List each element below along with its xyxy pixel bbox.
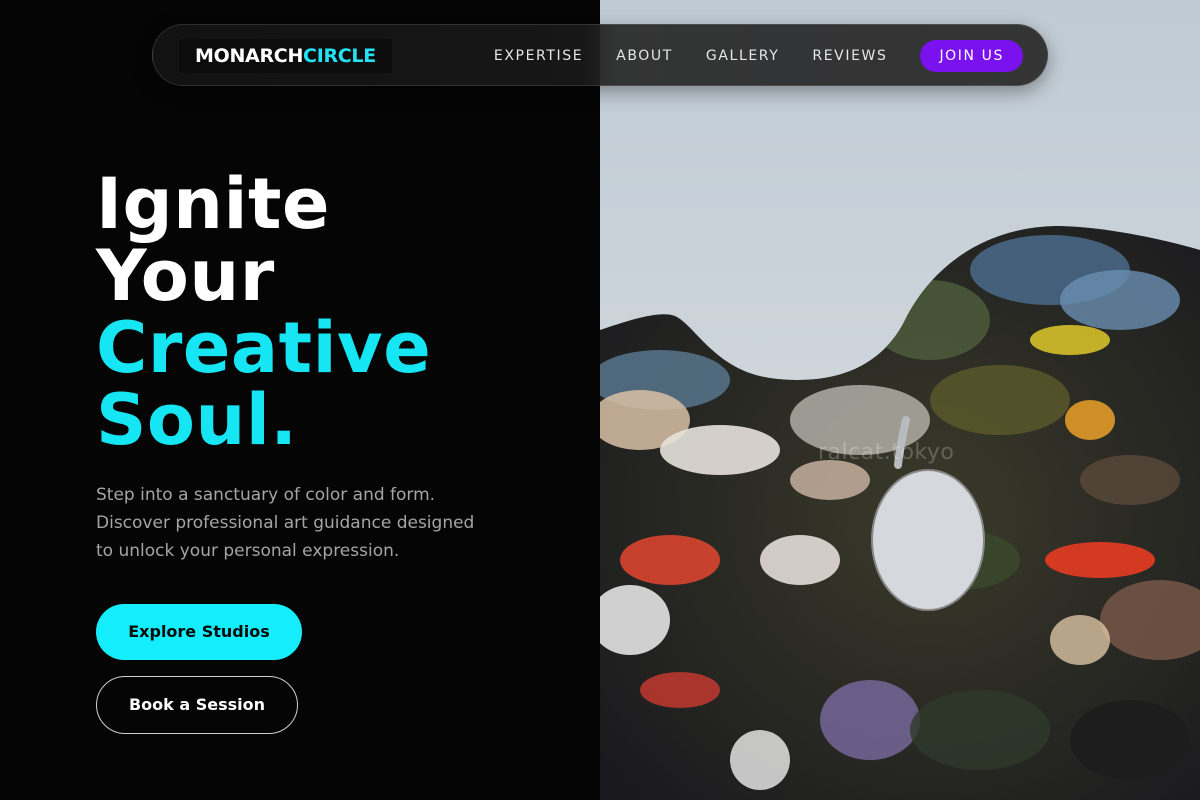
nav-link-expertise[interactable]: EXPERTISE — [494, 48, 583, 64]
hero-title-line-accent: Creative — [96, 307, 432, 389]
top-nav: MONARCHCIRCLE EXPERTISE ABOUT GALLERY RE… — [152, 24, 1048, 86]
nav-link-about[interactable]: ABOUT — [616, 48, 673, 64]
brand-part2: CIRCLE — [303, 45, 376, 67]
hero-title-line: Your — [96, 235, 275, 317]
hero-title: Ignite Your Creative Soul. — [96, 168, 431, 456]
brand-part1: MONARCH — [195, 45, 304, 67]
paint-palette-illustration — [600, 0, 1200, 800]
explore-studios-button[interactable]: Explore Studios — [96, 604, 302, 660]
hero-description: Step into a sanctuary of color and form.… — [96, 481, 526, 565]
book-session-button[interactable]: Book a Session — [96, 676, 298, 734]
hero-title-line-accent: Soul. — [96, 379, 298, 461]
nav-link-gallery[interactable]: GALLERY — [706, 48, 779, 64]
hero-description-line: to unlock your personal expression. — [96, 541, 400, 561]
nav-links: EXPERTISE ABOUT GALLERY REVIEWS JOIN US — [461, 25, 1023, 87]
nav-link-reviews[interactable]: REVIEWS — [812, 48, 887, 64]
hero-image-paint-palette: ralcat.tokyo — [600, 0, 1200, 800]
hero-description-line: Discover professional art guidance desig… — [96, 513, 475, 533]
image-watermark: ralcat.tokyo — [818, 440, 955, 465]
hero-description-line: Step into a sanctuary of color and form. — [96, 485, 436, 505]
hero-title-line: Ignite — [96, 163, 330, 245]
brand-logo[interactable]: MONARCHCIRCLE — [179, 39, 392, 73]
join-us-button[interactable]: JOIN US — [920, 40, 1023, 72]
